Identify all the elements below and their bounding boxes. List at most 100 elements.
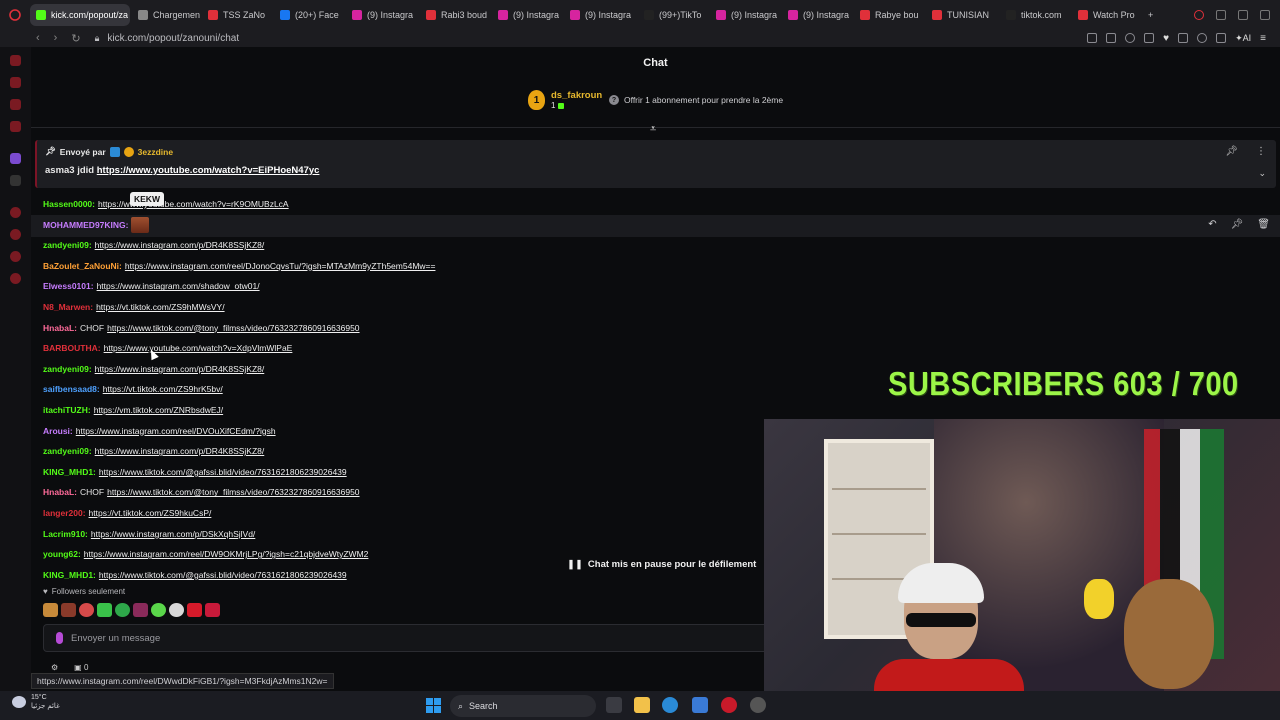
emote-5-icon[interactable] bbox=[115, 603, 130, 617]
app-icon[interactable] bbox=[750, 697, 766, 713]
emote-4-icon[interactable] bbox=[97, 603, 112, 617]
url-field[interactable]: kick.com/popout/zanouni/chat bbox=[107, 33, 239, 44]
chat-link[interactable]: https://vt.tiktok.com/ZS9hrK5bv/ bbox=[103, 384, 223, 394]
browser-tab[interactable]: Rabye bou bbox=[854, 4, 924, 26]
chat-username[interactable]: HnabaL: bbox=[43, 323, 77, 333]
help-icon[interactable]: ? bbox=[609, 95, 619, 105]
start-button-icon[interactable] bbox=[426, 698, 441, 713]
chat-username[interactable]: KING_MHD1: bbox=[43, 467, 96, 477]
search-tabs-icon[interactable] bbox=[1194, 9, 1204, 20]
chat-link[interactable]: https://www.instagram.com/p/DSkXqhSjlVd/ bbox=[91, 529, 255, 539]
close-icon[interactable] bbox=[1260, 9, 1270, 20]
bookmark-icon[interactable] bbox=[1087, 33, 1098, 43]
chat-paused-banner[interactable]: ❚❚ Chat mis en pause pour le défilement bbox=[559, 553, 765, 575]
chat-link[interactable]: https://www.instagram.com/reel/DVOuXifCE… bbox=[76, 426, 276, 436]
chat-username[interactable]: itachiTUZH: bbox=[43, 405, 91, 415]
back-icon[interactable]: ‹ bbox=[36, 32, 40, 44]
browser-tab[interactable]: kick.com/popout/za bbox=[30, 3, 130, 26]
chat-link[interactable]: https://www.instagram.com/p/DR4K8SSjKZ8/ bbox=[95, 446, 265, 456]
screenshot-icon[interactable] bbox=[1106, 33, 1117, 43]
gift-leaderboard-entry[interactable]: 1 ds_fakroun 1 bbox=[528, 90, 602, 110]
reload-icon[interactable]: ↻ bbox=[71, 32, 80, 45]
player-icon[interactable] bbox=[1144, 33, 1155, 43]
taskbar-search[interactable]: ⌕ Search bbox=[450, 695, 596, 717]
browser-tab[interactable]: (9) Instagra bbox=[492, 4, 562, 26]
heart-icon[interactable]: ♥ bbox=[1163, 33, 1169, 44]
browser-tab[interactable]: (9) Instagra bbox=[346, 4, 418, 26]
vpn-icon[interactable] bbox=[1125, 33, 1136, 43]
settings-icon[interactable]: ⚙︎ bbox=[51, 663, 58, 672]
chat-username[interactable]: Hassen0000: bbox=[43, 199, 95, 209]
browser-tab[interactable]: Watch Pro bbox=[1072, 4, 1142, 26]
chat-username[interactable]: Arousi: bbox=[43, 426, 73, 436]
pinned-username[interactable]: 3ezzdine bbox=[138, 147, 173, 157]
chat-username[interactable]: Lacrim910: bbox=[43, 529, 88, 539]
chat-username[interactable]: young62: bbox=[43, 549, 81, 559]
sidebar-aria-icon[interactable] bbox=[10, 55, 21, 66]
chat-username[interactable]: KING_MHD1: bbox=[43, 570, 96, 580]
new-tab-button[interactable]: + bbox=[1142, 4, 1159, 26]
chat-link[interactable]: https://vt.tiktok.com/ZS9hkuCsP/ bbox=[89, 508, 212, 518]
chat-link[interactable]: https://www.youtube.com/watch?v=rK9OMUBz… bbox=[98, 199, 289, 209]
menu-icon[interactable]: ≡ bbox=[1260, 33, 1266, 44]
weather-widget[interactable]: 15°C غائم جزئيا bbox=[12, 693, 60, 711]
sidebar-news-icon[interactable] bbox=[10, 121, 21, 132]
chat-username[interactable]: HnabaL: bbox=[43, 487, 77, 497]
chat-username[interactable]: zandyeni09: bbox=[43, 364, 92, 374]
message-input[interactable]: Envoyer un message bbox=[43, 624, 793, 652]
emote-1-icon[interactable] bbox=[43, 603, 58, 617]
browser-tab[interactable]: (9) Instagra bbox=[710, 4, 780, 26]
emote-9-icon[interactable] bbox=[187, 603, 202, 617]
browser-tab[interactable]: (9) Instagra bbox=[782, 4, 852, 26]
chat-username[interactable]: saifbensaad8: bbox=[43, 384, 100, 394]
task-view-icon[interactable] bbox=[606, 697, 622, 713]
emote-7-icon[interactable] bbox=[151, 603, 166, 617]
chat-username[interactable]: MOHAMMED97KING: bbox=[43, 220, 128, 230]
profile-icon[interactable] bbox=[1197, 33, 1208, 43]
minimize-icon[interactable] bbox=[1216, 9, 1226, 20]
copilot-icon[interactable] bbox=[662, 697, 678, 713]
pinned-link[interactable]: https://www.youtube.com/watch?v=EiPHoeN4… bbox=[97, 165, 320, 176]
file-explorer-icon[interactable] bbox=[634, 697, 650, 713]
browser-tab[interactable]: (20+) Face bbox=[274, 4, 344, 26]
emote-3-icon[interactable] bbox=[79, 603, 94, 617]
sidebar-extensions-icon[interactable] bbox=[10, 251, 21, 262]
collapse-pinned-icon[interactable]: ⌄ bbox=[1258, 168, 1266, 179]
sidebar-history-icon[interactable] bbox=[10, 229, 21, 240]
browser-tab[interactable]: (9) Instagra bbox=[564, 4, 636, 26]
sidebar-shop-icon[interactable] bbox=[10, 77, 21, 88]
browser-tab[interactable]: (99+)TikTo bbox=[638, 4, 708, 26]
emote-10-icon[interactable] bbox=[205, 603, 220, 617]
chat-link[interactable]: https://vm.tiktok.com/ZNRbsdwEJ/ bbox=[94, 405, 223, 415]
browser-tab[interactable]: TUNISIAN bbox=[926, 4, 998, 26]
delete-icon[interactable]: 🗑︎ bbox=[1257, 219, 1270, 230]
browser-tab[interactable]: TSS ZaNo bbox=[202, 4, 272, 26]
chat-link[interactable]: https://vt.tiktok.com/ZS9hMWsVY/ bbox=[96, 302, 224, 312]
chat-username[interactable]: langer200: bbox=[43, 508, 86, 518]
browser-tab[interactable]: tiktok.com bbox=[1000, 4, 1070, 26]
chat-username[interactable]: zandyeni09: bbox=[43, 446, 92, 456]
tab-sidebar-icon[interactable] bbox=[1178, 33, 1189, 43]
more-options-icon[interactable]: ⋮ bbox=[1256, 146, 1266, 157]
browser-tab[interactable]: Rabi3 boud bbox=[420, 4, 490, 26]
browser-menu-icon[interactable] bbox=[0, 0, 30, 29]
chat-link[interactable]: https://www.tiktok.com/@tony_filmss/vide… bbox=[107, 323, 359, 333]
site-info-icon[interactable]: 🔒︎ bbox=[95, 33, 100, 44]
chat-link[interactable]: https://www.instagram.com/reel/DW9OKMrjL… bbox=[84, 549, 369, 559]
chat-username[interactable]: BaZoulet_ZaNouNi: bbox=[43, 261, 122, 271]
chat-username[interactable]: Elwess0101: bbox=[43, 281, 94, 291]
chat-link[interactable]: https://www.tiktok.com/@gafssi.blid/vide… bbox=[99, 467, 347, 477]
chat-link[interactable]: https://www.tiktok.com/@tony_filmss/vide… bbox=[107, 487, 359, 497]
chat-link[interactable]: https://www.youtube.com/watch?v=XdpVlmWl… bbox=[104, 343, 293, 353]
ai-icon[interactable]: ✦AI bbox=[1235, 33, 1251, 44]
sidebar-x-icon[interactable] bbox=[10, 175, 21, 186]
download-icon[interactable] bbox=[1216, 33, 1227, 43]
unpin-icon[interactable]: 📌︎ bbox=[1225, 146, 1238, 157]
chat-username[interactable]: N8_Marwen: bbox=[43, 302, 93, 312]
forward-icon[interactable]: › bbox=[54, 32, 58, 44]
sidebar-messenger-icon[interactable] bbox=[10, 99, 21, 110]
opera-gx-icon[interactable] bbox=[721, 697, 737, 713]
emote-8-icon[interactable] bbox=[169, 603, 184, 617]
chat-link[interactable]: https://www.instagram.com/p/DR4K8SSjKZ8/ bbox=[95, 364, 265, 374]
kekw-emote-icon[interactable] bbox=[131, 216, 150, 233]
